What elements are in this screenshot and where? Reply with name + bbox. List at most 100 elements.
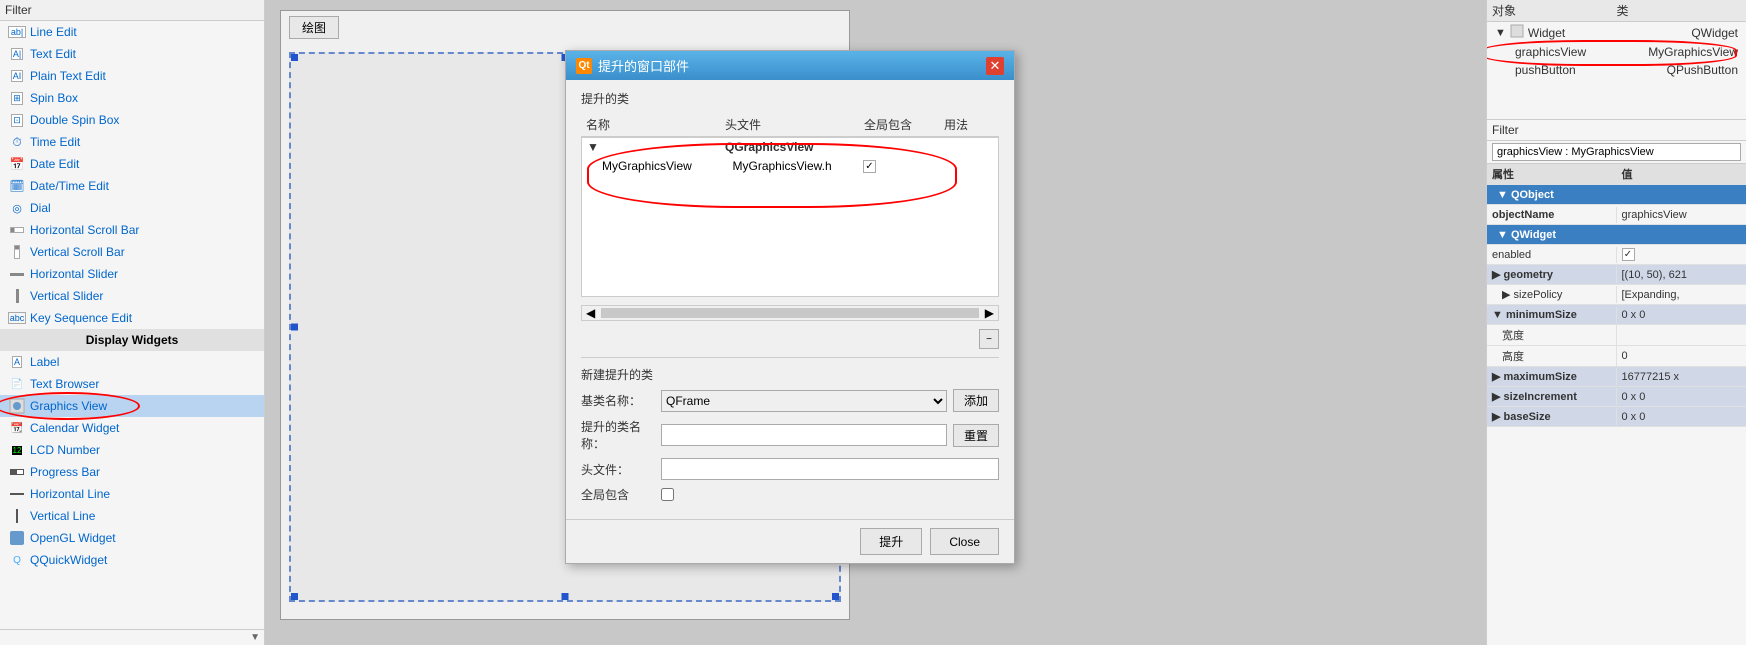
promote-dialog: Qt 提升的窗口部件 ✕ 提升的类 名称 头文件 全局包含 用法 ▼ QGrap… [565, 50, 1015, 564]
sidebar-item-hslider[interactable]: Horizontal Slider [0, 263, 264, 285]
sidebar-item-dial[interactable]: ◎ Dial [0, 197, 264, 219]
prop-minimumsize-name: ▼ minimumSize [1487, 307, 1617, 323]
add-button[interactable]: 添加 [953, 389, 999, 412]
sidebar-item-label: OpenGL Widget [30, 531, 116, 545]
base-class-select[interactable]: QFrame [661, 390, 947, 412]
prop-row-height[interactable]: 高度 0 [1487, 346, 1746, 367]
vline-icon [8, 508, 26, 524]
sidebar-item-opengl[interactable]: OpenGL Widget [0, 527, 264, 549]
prop-row-width[interactable]: 宽度 [1487, 325, 1746, 346]
object-row-graphics-view[interactable]: graphicsView MyGraphicsView [1487, 43, 1746, 61]
sidebar-item-label: Dial [30, 201, 51, 215]
scroll-left-btn[interactable]: ◀ [582, 306, 599, 320]
header-file-input[interactable] [661, 458, 999, 480]
sidebar-item-label: Vertical Line [30, 509, 95, 523]
table-header: 名称 头文件 全局包含 用法 [581, 113, 999, 137]
sidebar-item-label: Calendar Widget [30, 421, 119, 435]
pushbutton-object-name: pushButton [1515, 63, 1667, 77]
time-icon: ⏱ [8, 134, 26, 150]
prop-row-basesize[interactable]: ▶ baseSize 0 x 0 [1487, 407, 1746, 427]
label-icon: A [8, 354, 26, 370]
sidebar-item-graphics-view[interactable]: Graphics View [0, 395, 264, 417]
global-include-checkbox[interactable] [661, 488, 674, 501]
header-file-label: 头文件： [581, 461, 661, 478]
sidebar-item-double-spin-box[interactable]: ⊡ Double Spin Box [0, 109, 264, 131]
prop-row-objectname[interactable]: objectName graphicsView [1487, 205, 1746, 225]
promoted-name-input[interactable] [661, 424, 947, 446]
graphics-icon [8, 398, 26, 414]
sidebar-item-vline[interactable]: Vertical Line [0, 505, 264, 527]
prop-basesize-value: 0 x 0 [1617, 409, 1746, 425]
enabled-checkbox[interactable] [1622, 248, 1635, 261]
sidebar-item-label: LCD Number [30, 443, 100, 457]
sidebar-item-time-edit[interactable]: ⏱ Time Edit [0, 131, 264, 153]
sidebar-item-plain-text-edit[interactable]: AI Plain Text Edit [0, 65, 264, 87]
dialog-footer: 提升 Close [566, 519, 1014, 563]
prop-row-maximumsize[interactable]: ▶ maximumSize 16777215 x [1487, 367, 1746, 387]
close-button[interactable]: Close [930, 528, 999, 555]
props-filter-input[interactable] [1492, 143, 1741, 161]
sidebar-item-date-edit[interactable]: 📅 Date Edit [0, 153, 264, 175]
sidebar-item-line-edit[interactable]: ab| Line Edit [0, 21, 264, 43]
reset-button[interactable]: 重置 [953, 424, 999, 447]
draw-button[interactable]: 绘图 [289, 16, 339, 39]
sidebar-item-label: Progress Bar [30, 465, 100, 479]
promote-button[interactable]: 提升 [860, 528, 922, 555]
widget-type-icon [1510, 24, 1524, 41]
prop-row-sizeincrement[interactable]: ▶ sizeIncrement 0 x 0 [1487, 387, 1746, 407]
sidebar-item-label: Graphics View [30, 399, 107, 413]
scroll-down-indicator: ▼ [250, 632, 260, 643]
tree-parent-name: QGraphicsView [725, 140, 863, 154]
browser-icon: 📄 [8, 376, 26, 392]
qwidget-section-row: ▼ QWidget [1487, 225, 1746, 245]
object-row-push-button[interactable]: pushButton QPushButton [1487, 61, 1746, 79]
text-edit-icon: A| [8, 46, 26, 62]
prop-width-name: 宽度 [1487, 325, 1617, 345]
prop-row-geometry[interactable]: ▶ geometry [(10, 50), 621 [1487, 265, 1746, 285]
sidebar-item-calendar[interactable]: 📆 Calendar Widget [0, 417, 264, 439]
sidebar-item-vslider[interactable]: Vertical Slider [0, 285, 264, 307]
sidebar-item-label[interactable]: A Label [0, 351, 264, 373]
widget-svg [1510, 24, 1524, 38]
object-row-widget[interactable]: ▼ Widget QWidget [1487, 22, 1746, 43]
sidebar-item-vscrollbar[interactable]: Vertical Scroll Bar [0, 241, 264, 263]
sidebar-item-key-sequence[interactable]: abc Key Sequence Edit [0, 307, 264, 329]
prop-geometry-name: ▶ geometry [1487, 266, 1617, 283]
widget-list: ab| Line Edit A| Text Edit AI Plain Text… [0, 21, 264, 629]
sidebar-item-spin-box[interactable]: ⊞ Spin Box [0, 87, 264, 109]
section2-title: 新建提升的类 [581, 366, 999, 383]
sidebar-item-progress-bar[interactable]: Progress Bar [0, 461, 264, 483]
tree-child-row[interactable]: MyGraphicsView MyGraphicsView.h [582, 156, 998, 175]
promoted-class-tree[interactable]: ▼ QGraphicsView MyGraphicsView MyGraphic… [581, 137, 999, 297]
sidebar-item-lcd-number[interactable]: 12 LCD Number [0, 439, 264, 461]
calendar-icon: 📆 [8, 420, 26, 436]
key-icon: abc [8, 310, 26, 326]
section1-title: 提升的类 [581, 90, 999, 107]
prop-maximumsize-name: ▶ maximumSize [1487, 368, 1617, 385]
prop-maximumsize-value: 16777215 x [1617, 369, 1746, 385]
graphics-object-name: graphicsView [1515, 45, 1648, 59]
sidebar-item-label: QQuickWidget [30, 553, 107, 567]
main-area: 绘图 Qt 提升的窗口部件 ✕ 提升的类 [265, 0, 1486, 645]
pushbutton-class-name: QPushButton [1667, 63, 1738, 77]
sidebar-item-hline[interactable]: Horizontal Line [0, 483, 264, 505]
prop-row-sizepolicy[interactable]: ▶ sizePolicy [Expanding, [1487, 285, 1746, 305]
sidebar-item-text-edit[interactable]: A| Text Edit [0, 43, 264, 65]
sidebar-item-text-browser[interactable]: 📄 Text Browser [0, 373, 264, 395]
minus-button[interactable]: − [979, 329, 999, 349]
line-edit-icon: ab| [8, 24, 26, 40]
sidebar-item-datetime-edit[interactable]: 🗓 Date/Time Edit [0, 175, 264, 197]
quick-icon: Q [8, 552, 26, 568]
promoted-name-row: 提升的类名称： 重置 [581, 418, 999, 452]
scroll-right-btn[interactable]: ▶ [981, 306, 998, 320]
tree-expand-icon: ▼ [587, 140, 725, 154]
sidebar-item-qquick[interactable]: Q QQuickWidget [0, 549, 264, 571]
sidebar-item-label: Plain Text Edit [30, 69, 106, 83]
sidebar-item-hscrollbar[interactable]: Horizontal Scroll Bar [0, 219, 264, 241]
hslider-icon [8, 266, 26, 282]
prop-row-minimumsize[interactable]: ▼ minimumSize 0 x 0 [1487, 305, 1746, 325]
prop-row-enabled[interactable]: enabled [1487, 245, 1746, 265]
tree-parent-row[interactable]: ▼ QGraphicsView [582, 138, 998, 156]
handle-br [832, 593, 839, 600]
dialog-close-button[interactable]: ✕ [986, 57, 1004, 75]
